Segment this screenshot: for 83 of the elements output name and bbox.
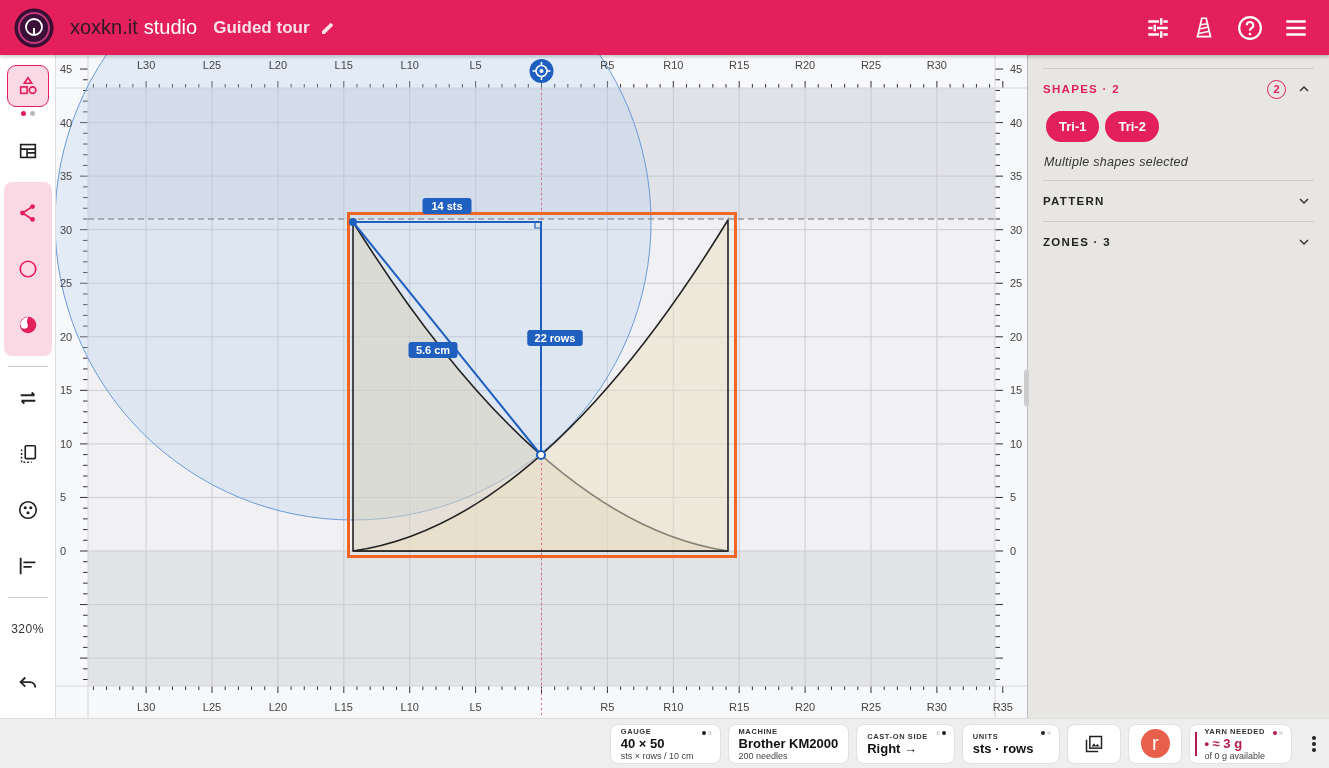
ruler-label: L20 (268, 701, 288, 713)
zoom-level: 320% (11, 622, 44, 636)
ruler-label: L5 (469, 701, 482, 713)
measurement-label: 14 sts (422, 198, 472, 214)
ruler-label: 45 (1010, 63, 1023, 76)
ruler-label: L10 (400, 701, 419, 713)
project-title: Guided tour (213, 17, 310, 38)
ruler-label: R15 (729, 59, 750, 71)
ruler-label: R20 (795, 701, 816, 713)
card-caption: of 0 g available (1204, 750, 1265, 761)
ruler-label: L5 (469, 59, 482, 71)
section-header[interactable]: PATTERN (1043, 181, 1314, 221)
logo-icon (14, 7, 54, 48)
gallery-icon (1084, 733, 1105, 754)
ruler-label: 30 (1010, 223, 1023, 236)
ruler-label: R15 (729, 701, 750, 713)
shape-chip[interactable]: Tri-2 (1105, 111, 1159, 142)
card-value: sts · rows (972, 740, 1034, 756)
section-title: ZONES · 3 (1043, 236, 1111, 248)
card-caption: sts × rows / 10 cm (620, 750, 694, 761)
ruler-label: 30 (60, 223, 73, 236)
ruler-label: L25 (202, 701, 222, 713)
shapes-tool[interactable] (6, 65, 49, 107)
card-value: Brother KM2000 (738, 735, 839, 751)
chevron-down-icon[interactable] (1298, 195, 1310, 207)
ruler-label: L10 (400, 59, 419, 71)
ruler-label: 25 (1010, 277, 1023, 290)
ruler-label: 0 (60, 545, 67, 557)
ruler-label: 35 (1010, 170, 1023, 183)
ruler-label: 25 (60, 277, 73, 290)
help-icon[interactable] (1237, 14, 1263, 41)
ruler-label: R25 (860, 701, 882, 713)
app-name: xoxkn.it (70, 16, 138, 39)
ruler-label: L30 (136, 59, 156, 71)
selection-note: Multiple shapes selected (1044, 155, 1190, 169)
vertex-handle[interactable] (349, 218, 357, 226)
chevron-down-icon[interactable] (1298, 236, 1310, 248)
ruler-label: 20 (1010, 330, 1023, 343)
ruler-label: R35 (992, 701, 1013, 713)
ruler-label: R5 (600, 701, 615, 713)
ruler-label: L25 (202, 59, 222, 71)
ruler-label: R30 (926, 59, 947, 71)
vertex-handle[interactable] (536, 450, 546, 460)
ruler-label: 40 (60, 116, 73, 129)
ruler-label: 45 (60, 63, 73, 76)
card-caption: 200 needles (738, 750, 789, 761)
ruler-label: 5 (60, 491, 67, 504)
ruler-label: R25 (860, 59, 882, 71)
ruler-label: 0 (1010, 545, 1017, 557)
ruler-label: L20 (268, 59, 288, 71)
shape-chip[interactable]: Tri-1 (1046, 111, 1100, 142)
ruler-label: 35 (60, 170, 73, 183)
ruler-label: 10 (60, 437, 73, 450)
ruler-label: 40 (1010, 116, 1023, 129)
ruler-label: R10 (663, 701, 684, 713)
ruler-label: 20 (60, 330, 73, 343)
ruler-label: L15 (334, 701, 353, 713)
page-dot[interactable] (29, 111, 35, 116)
ruler-label: R20 (795, 59, 816, 71)
ruler-label: 10 (1010, 437, 1023, 450)
ruler-label: 15 (1010, 384, 1023, 397)
locate-icon[interactable] (529, 59, 554, 83)
measurement-label: 22 rows (527, 330, 583, 346)
section-header[interactable]: ZONES · 3 (1043, 222, 1314, 262)
measurement-label: 5.6 cm (408, 342, 458, 358)
ruler-label: 5 (1010, 491, 1017, 504)
section-title: PATTERN (1043, 195, 1105, 207)
more-icon[interactable] (1311, 734, 1317, 753)
ruler-label: 15 (60, 384, 73, 397)
section-title: SHAPES · 2 (1043, 83, 1120, 95)
card-value: • ≈ 3 g (1204, 735, 1244, 751)
ruler-label: R30 (926, 701, 947, 713)
ruler-label: R5 (600, 59, 615, 71)
gallery-button[interactable] (1067, 723, 1122, 764)
resize-handle[interactable] (1024, 370, 1029, 406)
section-header[interactable]: SHAPES · 2 2 (1043, 69, 1314, 109)
card-value: Right → (867, 740, 919, 756)
page-dot[interactable] (20, 111, 26, 116)
ruler-label: L15 (334, 59, 353, 71)
ruler-label: L30 (136, 701, 156, 713)
card-value: 40 × 50 (620, 735, 666, 751)
ruler-label: R10 (663, 59, 684, 71)
app-name-suffix: studio (143, 16, 198, 39)
